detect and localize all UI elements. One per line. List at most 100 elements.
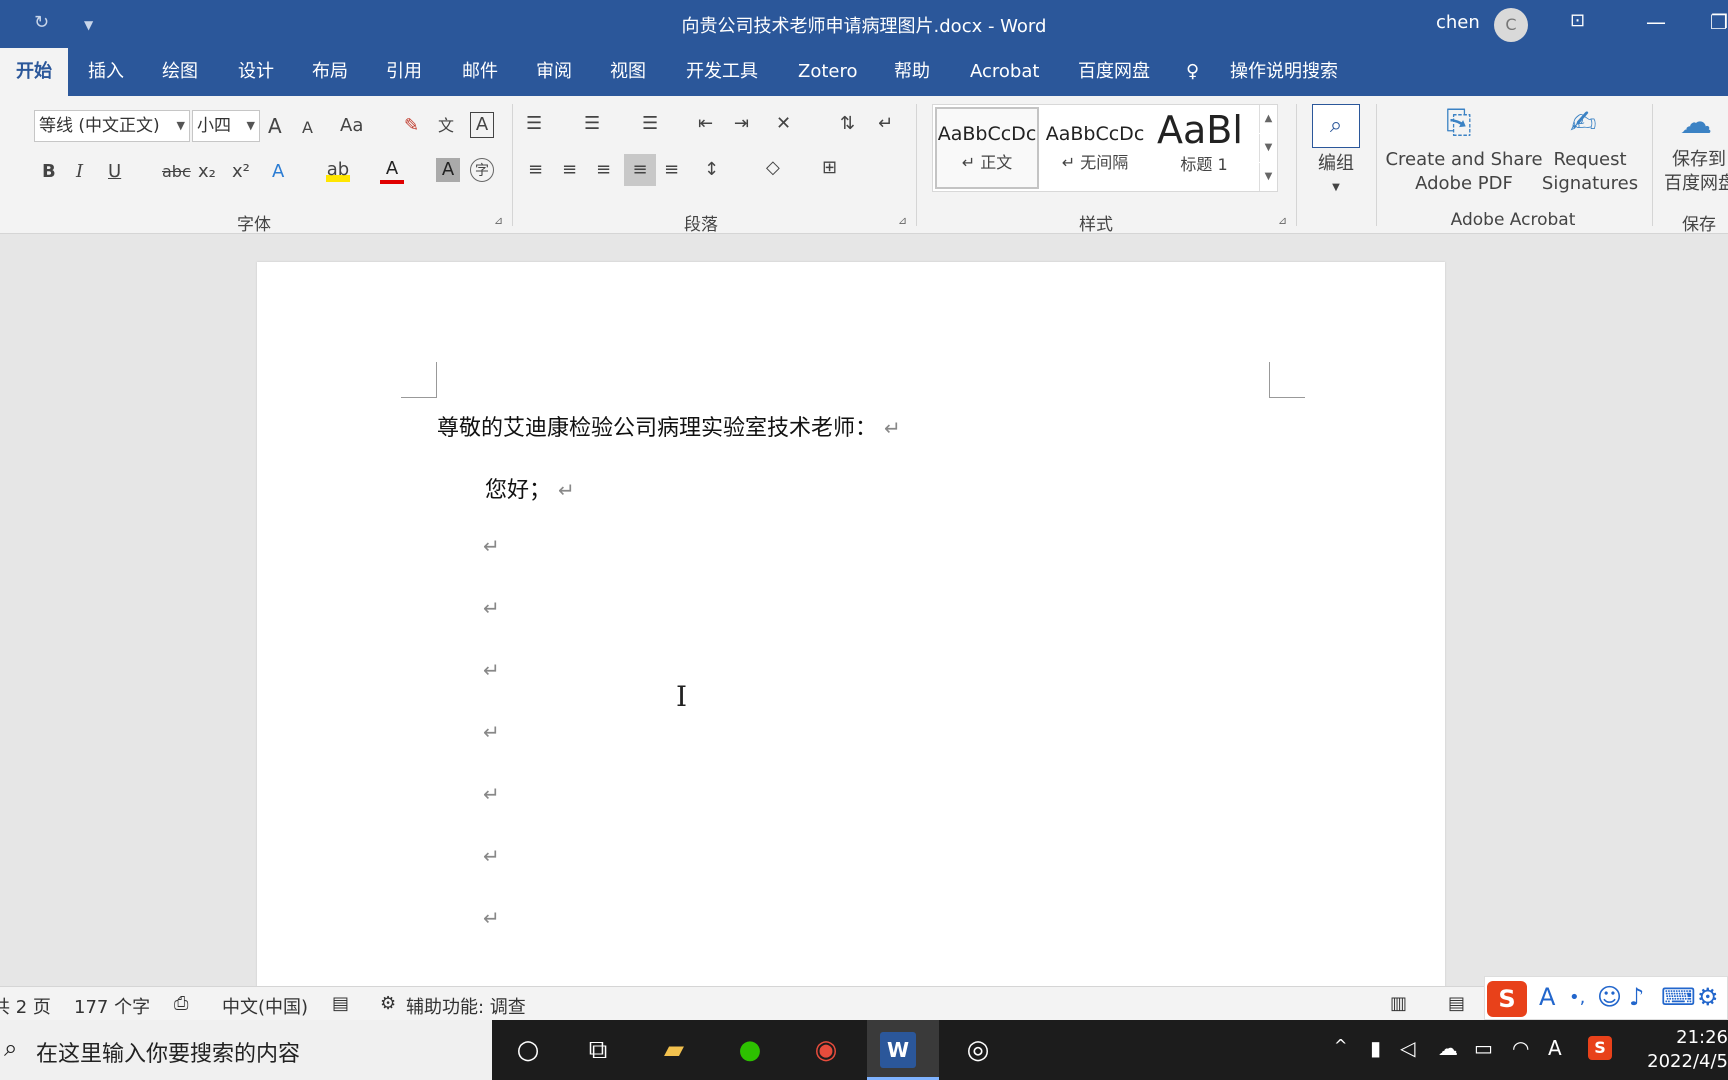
empty-paragraph[interactable]: ↵ xyxy=(483,534,500,558)
page-count[interactable]: 共 2 页 xyxy=(0,993,51,1019)
cortana-icon[interactable]: ○ xyxy=(506,1030,550,1070)
dialog-launcher-icon[interactable]: ⊿ xyxy=(1278,214,1287,227)
read-mode-icon[interactable]: ▥ xyxy=(1390,993,1407,1014)
user-name[interactable]: chen xyxy=(1436,12,1480,33)
superscript-button[interactable]: x² xyxy=(232,160,250,184)
align-center-icon[interactable]: ≡ xyxy=(562,158,577,182)
wifi-icon[interactable]: ◠ xyxy=(1512,1036,1529,1060)
wechat-icon[interactable]: ● xyxy=(728,1030,772,1070)
minimize-icon[interactable]: — xyxy=(1646,10,1666,34)
gallery-up-icon[interactable]: ▲ xyxy=(1259,105,1277,133)
clear-format-icon[interactable]: ✎ xyxy=(404,114,419,138)
asian-layout-icon[interactable]: ✕ xyxy=(776,112,791,136)
change-case-button[interactable]: Aa xyxy=(340,114,363,138)
system-clock[interactable]: 21:26 2022/4/5 xyxy=(1640,1026,1728,1074)
shrink-font-button[interactable]: A xyxy=(302,116,313,140)
style-heading-1[interactable]: AaBl 标题 1 xyxy=(1151,107,1257,189)
ime-mode-icon[interactable]: A xyxy=(1539,983,1555,1011)
word-count[interactable]: 177 个字 xyxy=(74,993,150,1019)
signature-icon[interactable]: ✍ xyxy=(1570,102,1597,142)
italic-button[interactable]: I xyxy=(76,160,83,184)
baidu-cloud-icon[interactable]: ☁ xyxy=(1680,102,1712,142)
tab-mailings[interactable]: 邮件 xyxy=(450,48,510,96)
underline-button[interactable]: U xyxy=(108,160,121,184)
empty-paragraph[interactable]: ↵ xyxy=(483,844,500,868)
tab-home[interactable]: 开始 xyxy=(0,48,68,96)
empty-paragraph[interactable]: ↵ xyxy=(483,596,500,620)
volume-icon[interactable]: ◁ xyxy=(1400,1036,1415,1060)
borders-icon[interactable]: ⊞ xyxy=(822,156,837,180)
ribbon-display-icon[interactable]: ⊡ xyxy=(1570,10,1585,31)
gallery-down-icon[interactable]: ▼ xyxy=(1259,134,1277,162)
battery-icon[interactable]: ▭ xyxy=(1474,1036,1493,1060)
dialog-launcher-icon[interactable]: ⊿ xyxy=(898,214,907,227)
ime-settings-icon[interactable]: ⚙ xyxy=(1697,983,1719,1011)
sort-icon[interactable]: ⇅ xyxy=(840,112,855,136)
ime-voice-icon[interactable]: ♪ xyxy=(1629,983,1644,1011)
empty-paragraph[interactable]: ↵ xyxy=(483,906,500,930)
task-view-icon[interactable]: ⧉ xyxy=(576,1030,620,1070)
proofing-icon[interactable]: ⎙ xyxy=(174,993,188,1014)
empty-paragraph[interactable]: ↵ xyxy=(483,720,500,744)
bullets-icon[interactable]: ☰ xyxy=(526,112,542,136)
align-left-icon[interactable]: ≡ xyxy=(528,158,543,182)
print-layout-icon[interactable]: ▤ xyxy=(1448,993,1465,1014)
font-color-icon[interactable]: A xyxy=(380,158,404,184)
enclose-char-icon[interactable]: 字 xyxy=(470,158,494,182)
font-name-combo[interactable]: 等线 (中文正文) ▼ xyxy=(34,110,190,142)
tab-zotero[interactable]: Zotero xyxy=(786,48,870,96)
bold-button[interactable]: B xyxy=(42,160,56,184)
line-spacing-icon[interactable]: ↕ xyxy=(704,158,719,182)
tab-acrobat[interactable]: Acrobat xyxy=(958,48,1051,96)
ime-punctuation-icon[interactable]: •, xyxy=(1569,987,1585,1008)
sogou-ime-icon[interactable]: S xyxy=(1487,981,1527,1017)
tab-draw[interactable]: 绘图 xyxy=(150,48,210,96)
gallery-more-icon[interactable]: ▼ xyxy=(1259,163,1277,191)
pdf-share-icon[interactable]: ⎘ xyxy=(1446,102,1472,142)
show-marks-icon[interactable]: ↵ xyxy=(878,112,893,136)
microphone-icon[interactable]: ▮ xyxy=(1370,1036,1381,1060)
ime-emoji-icon[interactable]: ☺ xyxy=(1597,983,1622,1011)
tab-view[interactable]: 视图 xyxy=(598,48,658,96)
search-icon[interactable]: ⌕ xyxy=(1312,104,1360,148)
tab-review[interactable]: 审阅 xyxy=(524,48,584,96)
language-status[interactable]: 中文(中国) xyxy=(222,993,308,1019)
accessibility-status[interactable]: 辅助功能: 调查 xyxy=(406,993,526,1019)
sogou-tray-icon[interactable]: S xyxy=(1588,1036,1612,1060)
tab-layout[interactable]: 布局 xyxy=(300,48,360,96)
ime-keyboard-icon[interactable]: ⌨ xyxy=(1661,983,1696,1011)
tell-me-search[interactable]: 操作说明搜索 xyxy=(1218,48,1350,96)
empty-paragraph[interactable]: ↵ xyxy=(483,782,500,806)
create-share-pdf-button[interactable]: Create and Share Adobe PDF xyxy=(1384,148,1544,196)
editing-label[interactable]: 编组 xyxy=(1298,152,1374,176)
align-right-icon[interactable]: ≡ xyxy=(596,158,611,182)
numbering-icon[interactable]: ☰ xyxy=(584,112,600,136)
restore-icon[interactable]: ❐ xyxy=(1710,10,1728,34)
char-shading-icon[interactable]: A xyxy=(436,158,460,182)
chrome-icon[interactable]: ◉ xyxy=(804,1030,848,1070)
avatar[interactable]: C xyxy=(1494,8,1528,42)
grow-font-button[interactable]: A xyxy=(268,114,282,138)
subscript-button[interactable]: x₂ xyxy=(198,160,216,184)
font-size-combo[interactable]: 小四 ▼ xyxy=(192,110,260,142)
dialog-launcher-icon[interactable]: ⊿ xyxy=(494,214,503,227)
char-border-icon[interactable]: A xyxy=(470,112,494,138)
file-explorer-icon[interactable]: ▰ xyxy=(652,1030,696,1070)
tray-overflow-icon[interactable]: ^ xyxy=(1334,1036,1347,1055)
taskbar-search-box[interactable]: ⌕ 在这里输入你要搜索的内容 xyxy=(0,1020,492,1080)
save-to-baidu-button[interactable]: 保存到 百度网盘 xyxy=(1664,148,1728,196)
tab-insert[interactable]: 插入 xyxy=(76,48,136,96)
increase-indent-icon[interactable]: ⇥ xyxy=(734,112,749,136)
empty-paragraph[interactable]: ↵ xyxy=(483,658,500,682)
decrease-indent-icon[interactable]: ⇤ xyxy=(698,112,713,136)
document-area[interactable]: 尊敬的艾迪康检验公司病理实验室技术老师： ↵ 您好； ↵ ↵ ↵ ↵ ↵ ↵ ↵… xyxy=(0,234,1728,1002)
phonetic-guide-icon[interactable]: 文 xyxy=(438,114,454,138)
tab-references[interactable]: 引用 xyxy=(374,48,434,96)
text-effects-icon[interactable]: A xyxy=(272,160,284,184)
onedrive-icon[interactable]: ☁ xyxy=(1438,1036,1458,1060)
document-page[interactable]: 尊敬的艾迪康检验公司病理实验室技术老师： ↵ 您好； ↵ ↵ ↵ ↵ ↵ ↵ ↵… xyxy=(257,262,1445,1002)
input-mode-icon[interactable]: A xyxy=(1548,1036,1562,1060)
request-signatures-button[interactable]: Request Signatures xyxy=(1540,148,1640,196)
salutation-paragraph[interactable]: 尊敬的艾迪康检验公司病理实验室技术老师： ↵ xyxy=(437,410,901,442)
screen-recorder-icon[interactable]: ◎ xyxy=(956,1030,1000,1070)
